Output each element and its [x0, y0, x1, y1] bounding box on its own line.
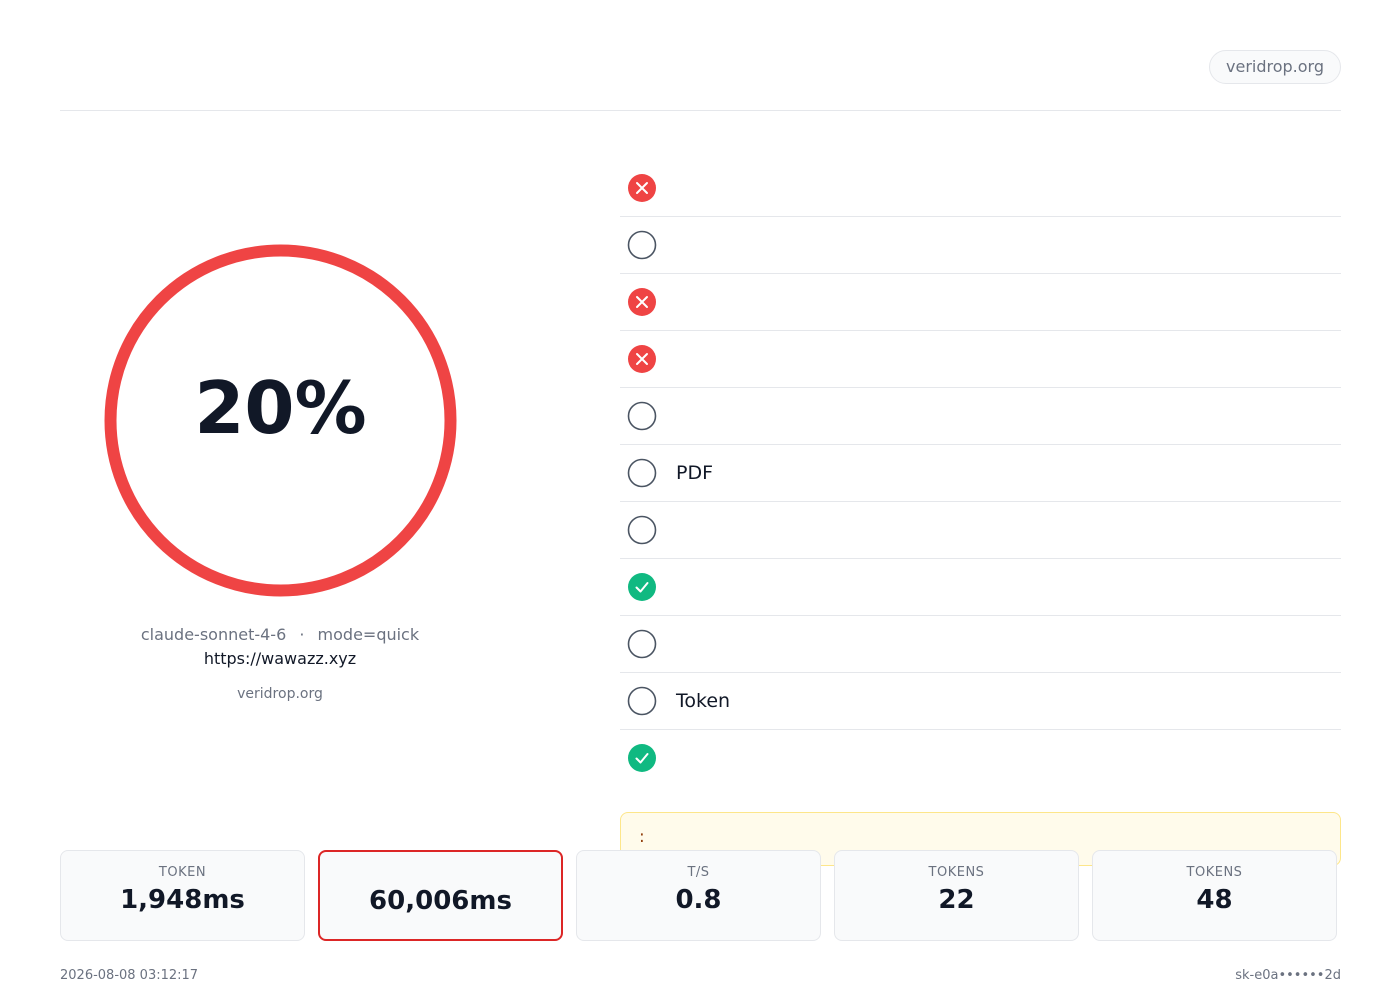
notice-text: : — [639, 827, 645, 847]
model-name: claude-sonnet-4-6 — [140, 625, 287, 644]
empty-circle-icon — [627, 401, 657, 431]
test-meta: claude-sonnet-4-6 · mode=quick https://w… — [60, 624, 500, 702]
provider-credit: veridrop.org — [60, 686, 500, 702]
check-row — [620, 559, 1341, 616]
check-name: PDF — [676, 462, 714, 484]
stat-value: 60,006ms — [369, 886, 512, 916]
check-row — [620, 616, 1341, 673]
stat-value: 0.8 — [675, 885, 722, 915]
check-row — [620, 217, 1341, 274]
x-circle-icon — [627, 344, 657, 374]
empty-circle-icon — [627, 515, 657, 545]
stat-value: 22 — [938, 885, 975, 915]
stat-card: T/S 0.8 — [576, 850, 821, 941]
footer-key: sk-e0a••••••2d — [1235, 968, 1341, 983]
api-key-masked: sk-e0a••••••2d — [1235, 968, 1341, 983]
stat-value: 48 — [1196, 885, 1233, 915]
check-row: PDF — [620, 445, 1341, 502]
check-row — [620, 160, 1341, 217]
stat-card: TOKEN 1,948ms — [60, 850, 305, 941]
x-circle-icon — [627, 287, 657, 317]
score-gauge: 20% — [104, 244, 457, 597]
check-row — [620, 274, 1341, 331]
stat-label: TOKENS — [928, 865, 985, 880]
stat-label: TOKENS — [1186, 865, 1243, 880]
empty-circle-icon — [627, 629, 657, 659]
domain-badge[interactable]: veridrop.org — [1209, 50, 1341, 84]
check-row — [620, 730, 1341, 786]
stat-value: 1,948ms — [120, 885, 245, 915]
score-value: 20% — [194, 366, 367, 450]
check-circle-icon — [627, 572, 657, 602]
endpoint-url[interactable]: https://wawazz.xyz — [60, 646, 500, 672]
mode-value: mode=quick — [317, 625, 420, 644]
provider-name: veridrop.org — [237, 686, 323, 702]
check-circle-icon — [627, 743, 657, 773]
stat-label: TOKEN — [158, 865, 207, 880]
stat-label: T/S — [687, 865, 710, 880]
meta-separator: · — [299, 625, 305, 644]
check-list: PDF Token — [620, 160, 1341, 786]
check-row — [620, 388, 1341, 445]
check-row — [620, 331, 1341, 388]
stat-card: 60,006ms — [318, 850, 563, 941]
empty-circle-icon — [627, 686, 657, 716]
stat-card: TOKENS 48 — [1092, 850, 1337, 941]
x-circle-icon — [627, 173, 657, 203]
timestamp-value: 2026-08-08 03:12:17 — [60, 968, 199, 983]
model-line: claude-sonnet-4-6 · mode=quick — [60, 624, 500, 646]
check-name: Token — [676, 690, 731, 712]
stat-card: TOKENS 22 — [834, 850, 1079, 941]
empty-circle-icon — [627, 230, 657, 260]
page-header: veridrop.org — [60, 44, 1341, 111]
check-row — [620, 502, 1341, 559]
empty-circle-icon — [627, 458, 657, 488]
check-row: Token — [620, 673, 1341, 730]
footer-timestamp: 2026-08-08 03:12:17 — [60, 968, 198, 983]
